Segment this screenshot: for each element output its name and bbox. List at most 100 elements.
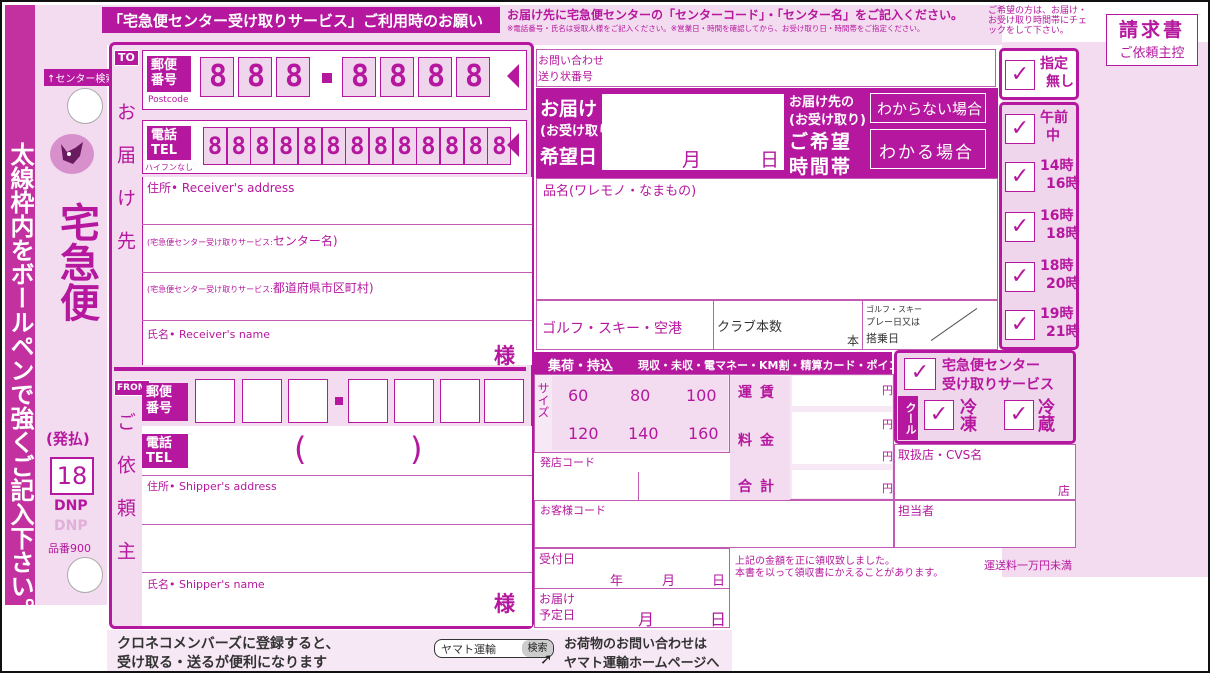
- size-100[interactable]: 100: [686, 386, 717, 405]
- from-postcode-label: 郵便番号: [142, 383, 188, 421]
- size-160[interactable]: 160: [688, 424, 719, 443]
- to-postcode-en: Postcode: [148, 95, 189, 105]
- from-postcode-box[interactable]: [440, 379, 480, 423]
- from-tel-label: 電話TEL: [142, 434, 188, 468]
- from-address-label: 住所• Shipper's address: [147, 480, 277, 493]
- line: [142, 272, 532, 273]
- yen-unit: 円: [882, 384, 893, 397]
- to-postcode-digit[interactable]: 8: [380, 57, 414, 97]
- from-address-area[interactable]: [142, 426, 532, 626]
- arrow-left-icon: [507, 64, 519, 88]
- time-option-check[interactable]: ✓: [1005, 262, 1035, 292]
- to-tel-label: 電話TEL: [147, 126, 191, 160]
- to-postcode-digit[interactable]: 8: [456, 57, 490, 97]
- yen-unit: 円: [882, 482, 893, 495]
- time-option-check[interactable]: ✓: [1005, 162, 1035, 192]
- to-tel-digit[interactable]: 8: [321, 127, 346, 165]
- to-tel-digit[interactable]: 8: [368, 127, 393, 165]
- inquiry-sub-label: 送り状番号: [538, 70, 593, 83]
- prefecture-label: 都道府県市区町村): [272, 281, 374, 295]
- line: [638, 472, 639, 500]
- form-number: 18: [50, 457, 94, 495]
- from-postcode-box[interactable]: [242, 379, 282, 423]
- time-option-label: 21時: [1046, 324, 1080, 340]
- to-tel-digit[interactable]: 8: [392, 127, 417, 165]
- clubs-unit: 本: [847, 334, 860, 348]
- charge-field[interactable]: [792, 412, 892, 464]
- to-postcode-digit[interactable]: 8: [238, 57, 272, 97]
- received-day: 日: [712, 574, 726, 589]
- time-option-label: 16時: [1046, 176, 1080, 192]
- to-tel-digit[interactable]: 8: [416, 127, 441, 165]
- from-postcode-box[interactable]: [288, 379, 328, 423]
- size-60[interactable]: 60: [568, 386, 588, 405]
- time-option-label: 中: [1046, 128, 1060, 144]
- header-notice: お届け先に宅急便センターの「センターコード」・「センター名」をご記入ください。: [507, 8, 964, 22]
- brand-sub: (発払): [46, 430, 90, 448]
- invoice-subtitle: ご依頼主控: [1119, 46, 1185, 61]
- time-option-check[interactable]: ✓: [1005, 114, 1035, 144]
- to-title: お届け先: [114, 102, 136, 274]
- to-postcode-digit[interactable]: 8: [342, 57, 376, 97]
- time-option-check[interactable]: ✓: [1005, 310, 1035, 340]
- staff-label: 担当者: [898, 504, 935, 518]
- footer-inquiry-2: ヤマト運輸ホームページへ: [564, 656, 720, 671]
- size-140[interactable]: 140: [628, 424, 659, 443]
- to-address-label: 住所• Receiver's address: [147, 181, 295, 195]
- to-tel-digit[interactable]: 8: [226, 127, 251, 165]
- fare-field[interactable]: [792, 376, 892, 406]
- time-option-label: 19時: [1040, 306, 1074, 322]
- to-tel-digit[interactable]: 8: [297, 127, 322, 165]
- line: [142, 572, 532, 573]
- to-tel-digit[interactable]: 8: [440, 127, 464, 165]
- time-option-check[interactable]: ✓: [1005, 212, 1035, 242]
- from-postcode-box[interactable]: [484, 379, 524, 423]
- prefecture-note: (宅急便センター受け取りサービス:: [147, 285, 273, 294]
- to-tel-digit[interactable]: 8: [463, 127, 488, 165]
- timeband-label-1: お届け先の: [789, 95, 855, 110]
- time-option-label: 午前: [1040, 110, 1068, 126]
- delivery-date-label: お届け: [540, 98, 598, 120]
- pickup-label: 集荷・持込: [548, 359, 614, 374]
- from-postcode-box[interactable]: [394, 379, 434, 423]
- to-postcode-digit[interactable]: 8: [276, 57, 310, 97]
- to-postcode-digit[interactable]: 8: [200, 57, 234, 97]
- timeband-known: わかる場合: [870, 129, 986, 169]
- header-notice-small: ※電話番号・氏名は受取人様をご記入ください。※営業日・時間を確認してから、お受け…: [507, 24, 925, 33]
- time-option-check[interactable]: ✓: [1005, 60, 1035, 90]
- to-postcode-digit[interactable]: 8: [418, 57, 452, 97]
- punch-hole: [67, 88, 103, 124]
- clubs-label: クラブ本数: [717, 320, 783, 335]
- black-cat-logo: [47, 130, 97, 176]
- postcode-separator: [322, 73, 332, 83]
- center-service-line1: 宅急便センター: [942, 358, 1040, 374]
- center-service-check[interactable]: ✓: [904, 358, 936, 390]
- received-month: 月: [662, 574, 676, 589]
- from-postcode-box[interactable]: [195, 379, 235, 423]
- maker-ghost: DNP: [54, 518, 88, 534]
- arrow-left-icon: [507, 133, 519, 157]
- chilled-check[interactable]: ✓: [1004, 400, 1034, 430]
- inquiry-box[interactable]: [536, 49, 996, 87]
- timeband-unknown: わからない場合: [870, 93, 986, 123]
- total-field[interactable]: [792, 470, 892, 498]
- timeband-label-4: 時間帯: [789, 156, 853, 178]
- to-tel-digit[interactable]: 8: [203, 127, 227, 165]
- to-tel-digit[interactable]: 8: [345, 127, 370, 165]
- origin-code-label: 発店コード: [540, 456, 595, 469]
- from-postcode-box[interactable]: [348, 379, 388, 423]
- size-80[interactable]: 80: [630, 386, 650, 405]
- size-120[interactable]: 120: [568, 424, 599, 443]
- size-label: サイズ: [536, 382, 550, 418]
- to-tel-digit[interactable]: 8: [250, 127, 275, 165]
- expected-day: 日: [710, 610, 727, 629]
- delivery-date-label-2: 希望日: [540, 146, 598, 168]
- tel-paren-open: (: [294, 430, 307, 468]
- frozen-check[interactable]: ✓: [924, 400, 954, 430]
- footer-members-2: 受け取る・送るが便利になります: [117, 655, 327, 671]
- to-tel-digit[interactable]: 8: [274, 127, 299, 165]
- footer-inquiry-1: お荷物のお問い合わせは: [564, 637, 708, 652]
- inquiry-label: お問い合わせ: [538, 54, 604, 67]
- yen-unit: 円: [882, 418, 893, 431]
- line: [713, 300, 714, 350]
